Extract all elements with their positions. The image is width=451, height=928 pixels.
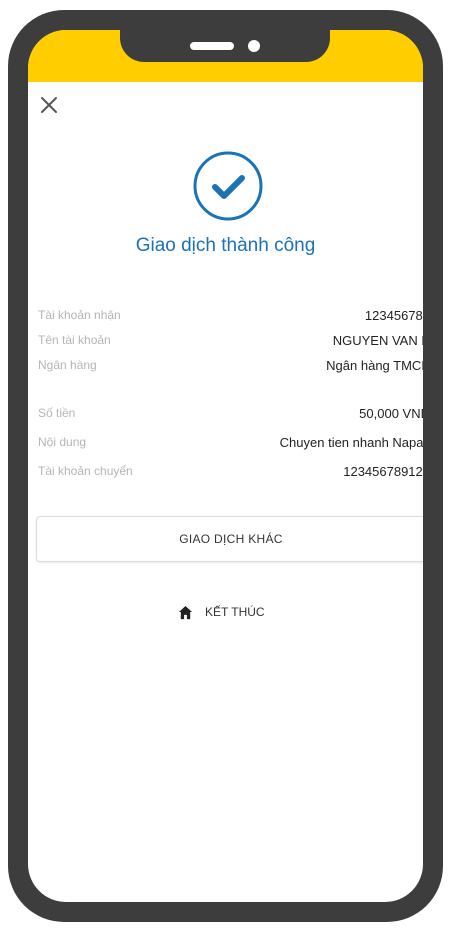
phone-frame: Giao dịch thành công Tài khoản nhận 1234… [8, 10, 443, 922]
detail-row-amount: Số tiền 50,000 VND [38, 403, 423, 423]
speaker-icon [190, 42, 234, 50]
phone-notch [120, 30, 330, 62]
home-icon [178, 605, 193, 619]
close-button[interactable] [34, 90, 64, 120]
finish-label: KẾT THÚC [205, 605, 265, 619]
finish-button[interactable]: KẾT THÚC [178, 600, 265, 624]
check-circle-icon [193, 151, 263, 221]
close-icon [41, 97, 57, 113]
detail-value: Ngân hàng TMCP [326, 357, 423, 373]
detail-row-source-account: Tài khoản chuyển 123456789123 [38, 461, 423, 481]
detail-value: NGUYEN VAN B [332, 332, 423, 348]
detail-label: Ngân hàng [38, 358, 97, 372]
detail-label: Số tiền [38, 406, 76, 420]
detail-label: Tài khoản nhận [38, 308, 121, 322]
detail-row-receiving-account: Tài khoản nhận 123456789 [38, 305, 423, 325]
detail-row-content: Nội dung Chuyen tien nhanh Napas [38, 432, 423, 452]
detail-value: 50,000 VND [359, 405, 423, 421]
detail-label: Tài khoản chuyển [38, 464, 133, 478]
camera-icon [248, 40, 260, 52]
detail-row-bank: Ngân hàng Ngân hàng TMCP [38, 355, 423, 375]
success-title: Giao dịch thành công [135, 235, 316, 256]
detail-label: Tên tài khoản [38, 333, 111, 347]
success-indicator [192, 150, 264, 222]
detail-row-account-name: Tên tài khoản NGUYEN VAN B [38, 330, 423, 350]
other-transaction-button[interactable]: GIAO DỊCH KHÁC [36, 516, 423, 562]
detail-label: Nội dung [38, 435, 87, 449]
detail-value: 123456789123 [343, 463, 423, 479]
detail-value: Chuyen tien nhanh Napas [279, 434, 423, 450]
app-screen: Giao dịch thành công Tài khoản nhận 1234… [28, 30, 423, 902]
detail-value: 123456789 [364, 307, 423, 323]
